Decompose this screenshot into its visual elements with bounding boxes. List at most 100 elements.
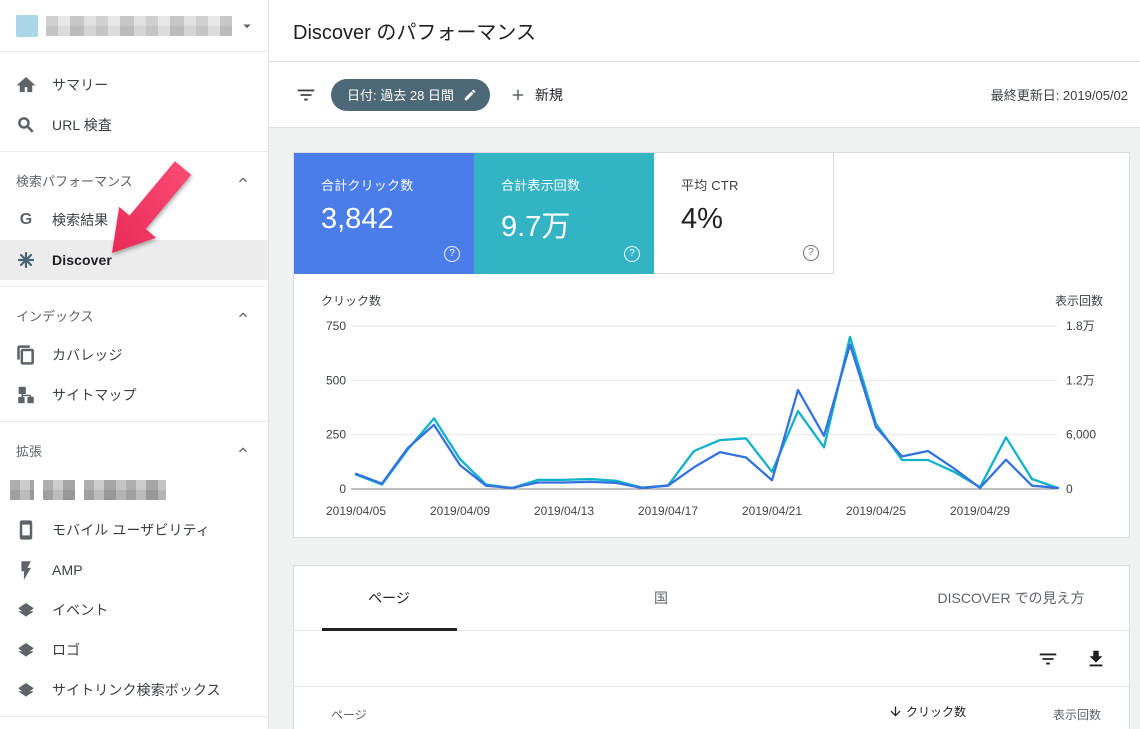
metric-label: 合計クリック数 (321, 178, 414, 193)
svg-text:0: 0 (339, 482, 346, 496)
svg-text:750: 750 (326, 319, 346, 333)
svg-text:1.2万: 1.2万 (1066, 373, 1095, 387)
sidebar-section-search-performance[interactable]: 検索パフォーマンス (0, 160, 268, 200)
chevron-up-icon (239, 177, 247, 183)
svg-text:2019/04/09: 2019/04/09 (430, 504, 490, 518)
sidebar-section-enhancements[interactable]: 拡張 (0, 430, 268, 470)
sidebar-item-events[interactable]: イベント (0, 590, 268, 630)
svg-text:2019/04/13: 2019/04/13 (534, 504, 594, 518)
layers-icon (18, 643, 34, 657)
metric-label: 合計表示回数 (501, 178, 581, 193)
new-filter-label: 新規 (534, 86, 563, 103)
sort-descending-icon (890, 706, 901, 717)
google-g-icon: G (19, 211, 33, 228)
tab-countries[interactable]: 国 (654, 566, 668, 630)
page-title: Discover のパフォーマンス (293, 22, 536, 44)
redacted-property-name (46, 15, 232, 36)
svg-text:2019/04/29: 2019/04/29 (950, 504, 1010, 518)
performance-panel: 合計クリック数 3,842 ? 合計表示回数 9.7万 ? 平均 CTR 4% … (293, 152, 1130, 538)
redacted-text (10, 480, 166, 500)
total-impressions-card[interactable]: 合計表示回数 9.7万 ? (474, 153, 654, 274)
sidebar-item-mobile-usability[interactable]: モバイル ユーザビリティ (0, 510, 268, 550)
column-header-clicks[interactable]: クリック数 (888, 703, 966, 720)
tab-pages[interactable]: ページ (368, 566, 410, 630)
home-icon (16, 76, 36, 93)
sidebar-item-search-results[interactable]: G 検索結果 (0, 200, 268, 240)
sidebar-item-redacted[interactable] (0, 470, 268, 510)
metric-value: 4% (681, 203, 723, 235)
date-filter-chip[interactable]: 日付: 過去 28 日間 (331, 78, 490, 111)
new-filter-button[interactable]: 新規 (509, 85, 563, 105)
sidebar-item-url-inspection[interactable]: URL 検査 (0, 105, 268, 145)
site-favicon (16, 14, 38, 37)
sidebar-item-label: URL 検査 (52, 117, 112, 133)
pencil-icon (464, 89, 476, 100)
divider (0, 716, 268, 717)
average-ctr-card[interactable]: 平均 CTR 4% ? (654, 153, 834, 274)
help-icon[interactable]: ? (803, 245, 819, 261)
performance-chart: クリック数 表示回数 0 250 500 750 0 6,000 1.2万 1.8万 2019/… (294, 284, 1129, 539)
last-updated-text: 最終更新日: 2019/05/02 (990, 88, 1128, 103)
layers-icon (18, 683, 34, 697)
sidebar-item-label: サイトマップ (52, 387, 137, 403)
svg-text:0: 0 (1066, 482, 1073, 496)
sidebar-item-label: ロゴ (52, 642, 81, 658)
chevron-up-icon (239, 312, 247, 318)
sidebar-item-amp[interactable]: AMP (0, 550, 268, 590)
metric-cards: 合計クリック数 3,842 ? 合計表示回数 9.7万 ? 平均 CTR 4% … (294, 153, 1129, 274)
metric-label: 平均 CTR (681, 178, 739, 193)
column-header-page[interactable]: ページ (331, 706, 367, 723)
help-icon[interactable]: ? (624, 246, 640, 262)
sidebar-item-label: サマリー (52, 77, 109, 93)
total-clicks-card[interactable]: 合計クリック数 3,842 ? (294, 153, 474, 274)
svg-text:1.8万: 1.8万 (1066, 319, 1095, 333)
svg-text:6,000: 6,000 (1066, 428, 1096, 442)
date-filter-label: 日付: 過去 28 日間 (347, 88, 454, 103)
sidebar: サマリー URL 検査 検索パフォーマンス G 検索結果 Discover イン… (0, 0, 269, 729)
filter-list-icon[interactable] (295, 84, 317, 106)
sidebar-item-sitemaps[interactable]: サイトマップ (0, 375, 268, 415)
svg-text:250: 250 (326, 428, 346, 442)
help-icon[interactable]: ? (444, 246, 460, 262)
table-filter-icon[interactable] (1037, 648, 1059, 670)
svg-text:2019/04/25: 2019/04/25 (846, 504, 906, 518)
sidebar-item-discover[interactable]: Discover (0, 240, 268, 280)
sidebar-item-label: イベント (52, 602, 109, 618)
sidebar-item-coverage[interactable]: カバレッジ (0, 335, 268, 375)
lightning-bolt-icon (21, 561, 31, 580)
dimension-tabs: ページ 国 DISCOVER での見え方 (294, 566, 1129, 631)
layers-icon (18, 603, 34, 617)
table-toolbar (294, 631, 1129, 687)
search-icon (18, 117, 34, 133)
tab-discover-appearance[interactable]: DISCOVER での見え方 (937, 566, 1084, 630)
column-header-impressions[interactable]: 表示回数 (1053, 706, 1101, 723)
sidebar-item-label: Discover (52, 252, 112, 268)
sidebar-item-label: AMP (52, 562, 83, 578)
smartphone-icon (19, 520, 33, 540)
line-chart: 0 250 500 750 0 6,000 1.2万 1.8万 2019/04/05 2019/0… (326, 319, 1096, 518)
sidebar-item-label: カバレッジ (52, 347, 123, 363)
plus-icon (512, 89, 524, 100)
content-area: 合計クリック数 3,842 ? 合計表示回数 9.7万 ? 平均 CTR 4% … (269, 128, 1140, 729)
sidebar-section-index[interactable]: インデックス (0, 295, 268, 335)
metric-value: 3,842 (321, 203, 394, 235)
svg-text:2019/04/17: 2019/04/17 (638, 504, 698, 518)
sidebar-item-label: モバイル ユーザビリティ (52, 522, 210, 538)
dimensions-panel: ページ 国 DISCOVER での見え方 ページ クリック数 表示回数 (293, 565, 1130, 729)
svg-text:2019/04/21: 2019/04/21 (742, 504, 802, 518)
discover-asterisk-icon (17, 251, 35, 269)
sidebar-item-label: 検索結果 (52, 212, 109, 228)
page-header: Discover のパフォーマンス (269, 0, 1140, 62)
sidebar-item-summary[interactable]: サマリー (0, 65, 268, 105)
svg-text:500: 500 (326, 373, 346, 387)
sidebar-item-label: サイトリンク検索ボックス (52, 682, 221, 698)
sidebar-item-sitelinks-searchbox[interactable]: サイトリンク検索ボックス (0, 670, 268, 710)
property-selector[interactable] (0, 0, 268, 52)
filter-bar: 日付: 過去 28 日間 新規 最終更新日: 2019/05/02 (269, 62, 1140, 128)
chevron-up-icon (239, 447, 247, 453)
chevron-down-icon (243, 24, 251, 28)
metric-value: 9.7万 (501, 211, 571, 243)
search-console-app: サマリー URL 検査 検索パフォーマンス G 検索結果 Discover イン… (0, 0, 1140, 729)
sidebar-item-logo[interactable]: ロゴ (0, 630, 268, 670)
download-icon[interactable] (1085, 648, 1107, 670)
